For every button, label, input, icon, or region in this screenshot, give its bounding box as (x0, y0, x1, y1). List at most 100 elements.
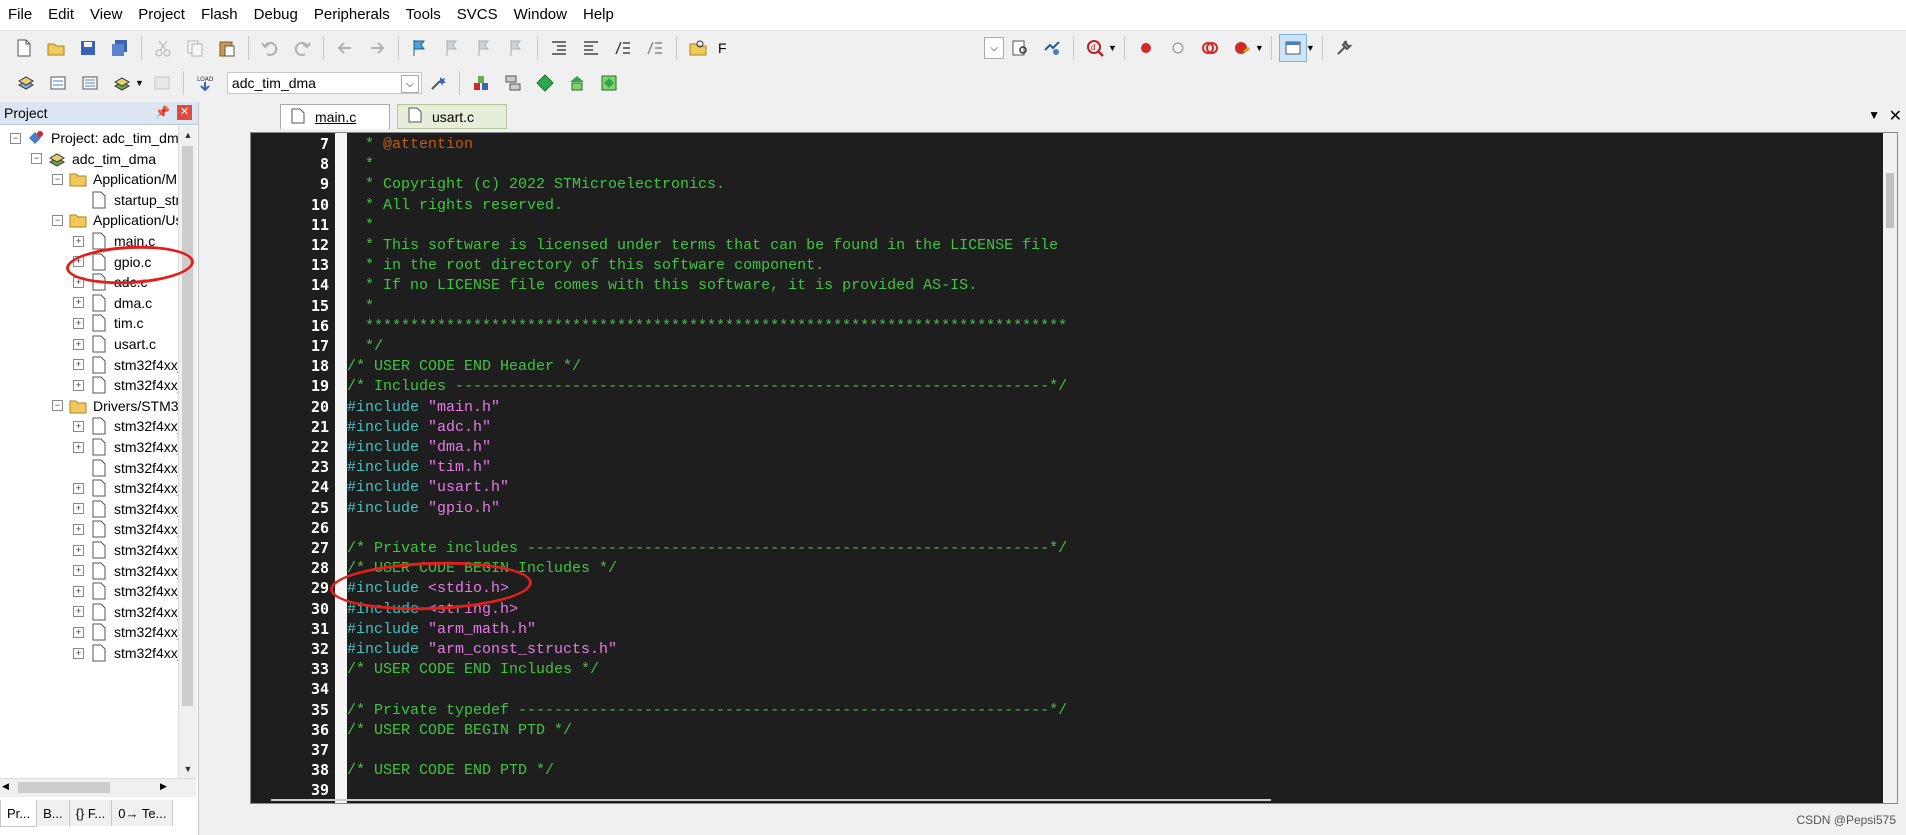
find-combo-dropdown[interactable]: ⌵ (984, 37, 1004, 59)
project-tree-horizontal-scrollbar[interactable]: ◀ ▶ (0, 778, 196, 797)
collapse-icon[interactable]: − (52, 214, 63, 226)
tree-node[interactable]: + stm32f4xx_h (73, 518, 178, 540)
scroll-up-icon[interactable]: ▲ (179, 126, 197, 144)
indent-icon[interactable] (545, 34, 573, 62)
next-bookmark-icon[interactable] (470, 34, 498, 62)
pack-installer-icon[interactable] (563, 69, 591, 97)
redo-button[interactable] (288, 34, 316, 62)
menu-project[interactable]: Project (130, 0, 193, 30)
collapse-icon[interactable]: − (52, 400, 63, 412)
tree-node[interactable]: + stm32f4xx_h (73, 374, 178, 396)
expand-icon[interactable]: + (73, 482, 84, 494)
scroll-left-icon[interactable]: ◀ (2, 781, 9, 792)
close-tab-icon[interactable]: ✕ (1889, 106, 1902, 126)
expand-icon[interactable]: + (73, 441, 84, 453)
comment-icon[interactable] (609, 34, 637, 62)
tree-node[interactable]: − Application/Use (52, 209, 178, 231)
tab-templates[interactable]: 0→ Te... (112, 800, 174, 826)
expand-icon[interactable]: + (73, 235, 84, 247)
tree-node[interactable]: + stm32f4xx_h (73, 621, 178, 643)
tab-books[interactable]: B... (37, 800, 70, 826)
target-select[interactable]: adc_tim_dma ⌵ (226, 72, 422, 94)
configure-icon[interactable] (1330, 34, 1358, 62)
menu-debug[interactable]: Debug (246, 0, 306, 30)
run-time-env-icon[interactable] (595, 69, 623, 97)
tree-node[interactable]: + tim.c (73, 312, 144, 334)
nav-back-button[interactable] (331, 34, 359, 62)
code-area[interactable]: * @attention * * Copyright (c) 2022 STMi… (347, 133, 1847, 803)
close-icon[interactable]: ✕ (177, 105, 192, 120)
expand-icon[interactable]: + (73, 297, 84, 309)
tab-main-c[interactable]: main.c (280, 104, 390, 129)
scroll-right-icon[interactable]: ▶ (160, 781, 167, 792)
start-debug-icon[interactable]: d (1081, 34, 1109, 62)
scroll-down-icon[interactable]: ▼ (179, 760, 197, 778)
tree-node[interactable]: startup_stm3 (73, 189, 178, 211)
fold-margin[interactable] (335, 133, 347, 803)
project-tree-vertical-scrollbar[interactable]: ▲ ▼ (178, 126, 197, 778)
tree-node[interactable]: − Application/MD (52, 168, 178, 190)
collapse-icon[interactable]: − (10, 132, 21, 144)
open-file-button[interactable] (42, 34, 70, 62)
window-layout-icon[interactable] (1278, 34, 1307, 62)
cut-button[interactable] (149, 34, 177, 62)
menu-peripherals[interactable]: Peripherals (306, 0, 398, 30)
tree-node[interactable]: + stm32f4xx_h (73, 539, 178, 561)
tree-node[interactable]: − Drivers/STM32F4 (52, 395, 178, 417)
expand-icon[interactable]: + (73, 606, 84, 618)
editor-horizontal-scrollbar[interactable] (271, 797, 1271, 803)
tree-node[interactable]: + stm32f4xx_h (73, 580, 178, 602)
tree-node[interactable]: + usart.c (73, 333, 156, 355)
save-button[interactable] (74, 34, 102, 62)
tree-node[interactable]: + adc.c (73, 271, 147, 293)
new-file-button[interactable] (10, 34, 38, 62)
save-all-button[interactable] (106, 34, 134, 62)
menu-tools[interactable]: Tools (398, 0, 449, 30)
pin-icon[interactable]: 📌 (155, 105, 170, 119)
tree-node[interactable]: − Project: adc_tim_dma (10, 127, 178, 149)
expand-icon[interactable]: + (73, 565, 84, 577)
paste-button[interactable] (213, 34, 241, 62)
collapse-icon[interactable]: − (31, 153, 42, 165)
menu-edit[interactable]: Edit (40, 0, 82, 30)
tree-node[interactable]: + stm32f4xx_h (73, 601, 178, 623)
tree-node[interactable]: + stm32f4xx_h (73, 477, 178, 499)
kill-breakpoints-icon[interactable] (1228, 34, 1256, 62)
scroll-thumb[interactable] (1886, 173, 1894, 228)
menu-flash[interactable]: Flash (193, 0, 246, 30)
file-extensions-icon[interactable] (467, 69, 495, 97)
tree-node[interactable]: + gpio.c (73, 251, 151, 273)
tree-node[interactable]: − adc_tim_dma (31, 148, 156, 170)
translate-icon[interactable] (12, 69, 40, 97)
disable-all-breakpoints-icon[interactable] (1196, 34, 1224, 62)
download-icon[interactable]: LOAD (191, 69, 219, 97)
scroll-thumb[interactable] (182, 146, 193, 706)
expand-icon[interactable]: + (73, 338, 84, 350)
tree-node[interactable]: + stm32f4xx_h (73, 560, 178, 582)
expand-icon[interactable]: + (73, 420, 84, 432)
expand-icon[interactable]: + (73, 544, 84, 556)
unindent-icon[interactable] (577, 34, 605, 62)
copy-button[interactable] (181, 34, 209, 62)
build-icon[interactable] (44, 69, 72, 97)
code-editor[interactable]: 7 8 9 10 11 12 13 14 15 16 17 18 19 20 21 22 23 24 25 26 27 2… (250, 132, 1898, 804)
uncomment-icon[interactable] (641, 34, 669, 62)
tree-node[interactable]: + stm32f4xx_h (73, 415, 178, 437)
rebuild-icon[interactable] (76, 69, 104, 97)
menu-svcs[interactable]: SVCS (449, 0, 506, 30)
target-options-icon[interactable] (424, 69, 452, 97)
editor-vertical-scrollbar[interactable] (1883, 133, 1897, 803)
menu-window[interactable]: Window (506, 0, 575, 30)
tab-project[interactable]: Pr... (0, 800, 38, 827)
select-packs-icon[interactable] (531, 69, 559, 97)
expand-icon[interactable]: + (73, 503, 84, 515)
nav-forward-button[interactable] (363, 34, 391, 62)
expand-icon[interactable]: + (73, 626, 84, 638)
stop-build-icon[interactable] (148, 69, 176, 97)
expand-icon[interactable]: + (73, 256, 84, 268)
find-in-files-icon[interactable] (684, 34, 712, 62)
expand-icon[interactable]: + (73, 276, 84, 288)
bookmark-icon[interactable] (406, 34, 434, 62)
tab-list-dropdown-icon[interactable]: ▼ (1868, 108, 1880, 122)
expand-icon[interactable]: + (73, 359, 84, 371)
